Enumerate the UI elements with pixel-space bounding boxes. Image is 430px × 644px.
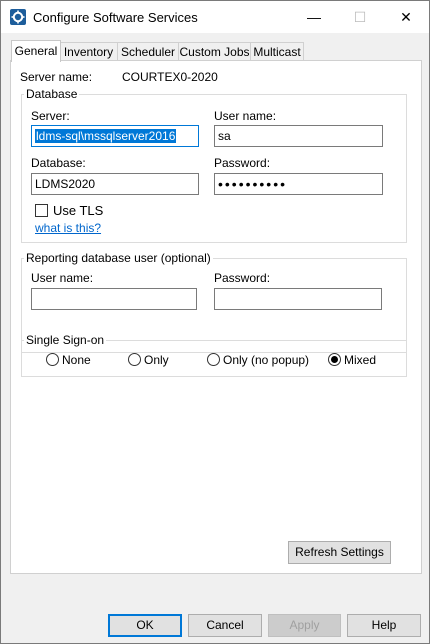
password-label: Password:: [214, 156, 271, 170]
reporting-user-name-label: User name:: [31, 271, 94, 285]
general-tab-panel: Server name: COURTEX0-2020 Database Serv…: [10, 60, 422, 574]
sso-mixed-label[interactable]: Mixed: [344, 353, 376, 367]
maximize-button[interactable]: ☐: [337, 1, 383, 33]
title-bar[interactable]: Configure Software Services — ☐ ✕: [1, 1, 429, 33]
settings-gear-icon: [10, 9, 26, 25]
sso-none-label[interactable]: None: [62, 353, 91, 367]
ok-button[interactable]: OK: [108, 614, 182, 637]
help-button[interactable]: Help: [347, 614, 421, 637]
use-tls-label[interactable]: Use TLS: [53, 203, 103, 218]
window-title: Configure Software Services: [33, 10, 198, 25]
dialog-window: Configure Software Services — ☐ ✕ Genera…: [0, 0, 430, 644]
database-field[interactable]: LDMS2020: [31, 173, 199, 195]
reporting-user-name-field[interactable]: [31, 288, 197, 310]
sso-only-no-popup-radio[interactable]: [207, 353, 220, 366]
tab-inventory[interactable]: Inventory: [59, 42, 118, 61]
reporting-password-label: Password:: [214, 271, 271, 285]
sso-only-label[interactable]: Only: [144, 353, 169, 367]
sso-only-radio[interactable]: [128, 353, 141, 366]
minimize-button[interactable]: —: [291, 1, 337, 33]
use-tls-checkbox[interactable]: [35, 204, 48, 217]
refresh-settings-button[interactable]: Refresh Settings: [288, 541, 391, 564]
sso-mixed-radio[interactable]: [328, 353, 341, 366]
server-label: Server:: [31, 109, 70, 123]
sso-only-no-popup-label[interactable]: Only (no popup): [223, 353, 309, 367]
database-legend: Database: [24, 87, 80, 101]
what-is-this-link[interactable]: what is this?: [35, 221, 101, 235]
tab-custom-jobs[interactable]: Custom Jobs: [178, 42, 251, 61]
tab-general[interactable]: General: [11, 40, 61, 62]
tab-multicast[interactable]: Multicast: [250, 42, 304, 61]
reporting-legend: Reporting database user (optional): [24, 251, 213, 265]
server-name-label: Server name:: [20, 70, 93, 84]
close-button[interactable]: ✕: [383, 1, 429, 33]
password-field[interactable]: ••••••••••: [214, 173, 383, 195]
tab-scheduler[interactable]: Scheduler: [117, 42, 179, 61]
cancel-button[interactable]: Cancel: [188, 614, 262, 637]
reporting-password-field[interactable]: [214, 288, 382, 310]
database-label: Database:: [31, 156, 86, 170]
sso-none-radio[interactable]: [46, 353, 59, 366]
server-field[interactable]: ldms-sql\mssqlserver2016: [31, 125, 199, 147]
server-name-value: COURTEX0-2020: [122, 70, 218, 84]
user-name-label: User name:: [214, 109, 277, 123]
user-name-field[interactable]: sa: [214, 125, 383, 147]
sso-legend: Single Sign-on: [24, 333, 107, 347]
server-field-value: ldms-sql\mssqlserver2016: [35, 129, 177, 143]
apply-button[interactable]: Apply: [268, 614, 341, 637]
